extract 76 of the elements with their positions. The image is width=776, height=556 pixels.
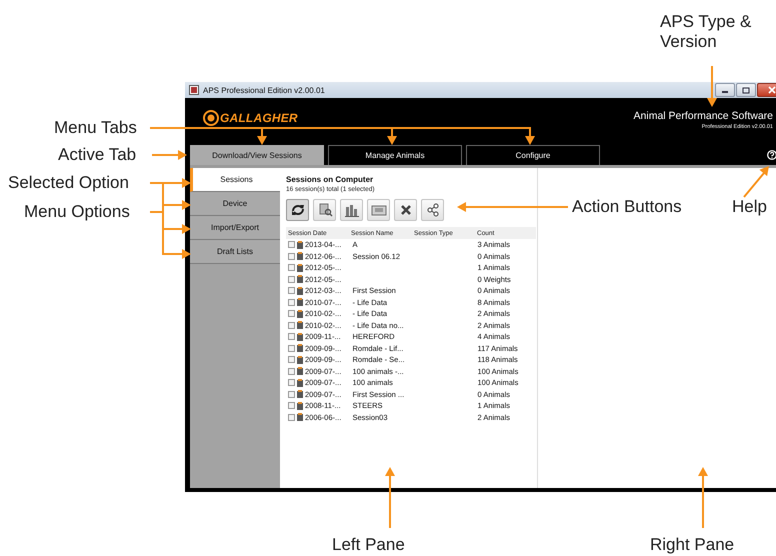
- callout-label: Menu Tabs: [54, 118, 137, 138]
- minimize-button[interactable]: [715, 83, 735, 97]
- close-icon: [768, 86, 776, 94]
- callout-label: Selected Option: [8, 173, 129, 194]
- callout-label: Action Buttons: [572, 197, 682, 218]
- share-icon: [426, 203, 440, 217]
- menu-option[interactable]: Import/Export: [190, 216, 280, 240]
- session-icon: [297, 402, 303, 410]
- document-search-icon: [316, 203, 332, 217]
- brand-logo: GALLAGHER: [220, 111, 298, 125]
- refresh-button[interactable]: [286, 199, 309, 221]
- menu-tab[interactable]: Manage Animals: [328, 145, 462, 165]
- session-icon: [297, 310, 303, 318]
- session-icon: [297, 252, 303, 260]
- row-checkbox[interactable]: [288, 402, 295, 410]
- row-checkbox[interactable]: [288, 241, 295, 248]
- session-icon: [297, 264, 303, 272]
- help-icon[interactable]: [767, 150, 776, 160]
- card-button[interactable]: [367, 199, 390, 221]
- row-checkbox[interactable]: [288, 322, 295, 329]
- callout-label: Right Pane: [650, 535, 734, 556]
- row-checkbox[interactable]: [288, 252, 295, 260]
- delete-icon: [398, 203, 412, 217]
- card-icon: [370, 203, 386, 217]
- pane-title: Sessions on Computer: [286, 175, 374, 184]
- menu-option[interactable]: Device: [190, 192, 280, 216]
- menu-tab[interactable]: Configure: [466, 145, 600, 165]
- delete-button[interactable]: [394, 199, 417, 221]
- row-checkbox[interactable]: [288, 356, 295, 364]
- row-checkbox[interactable]: [288, 287, 295, 294]
- maximize-icon: [742, 86, 750, 94]
- session-icon: [297, 332, 303, 341]
- row-checkbox[interactable]: [288, 264, 295, 272]
- callout-arrow: [743, 166, 769, 198]
- session-icon: [297, 390, 303, 398]
- callout-label: Menu Options: [24, 202, 130, 222]
- maximize-button[interactable]: [736, 83, 756, 97]
- row-checkbox[interactable]: [288, 414, 295, 421]
- app-icon: [189, 85, 199, 95]
- session-icon: [297, 378, 303, 387]
- menu-option[interactable]: Sessions: [190, 168, 280, 192]
- view-button[interactable]: [313, 199, 336, 221]
- row-checkbox[interactable]: [288, 368, 295, 375]
- logo-icon: [202, 110, 220, 126]
- row-checkbox[interactable]: [288, 276, 295, 283]
- bar-chart-button[interactable]: [340, 199, 363, 221]
- callout-label: APS Type & Version: [660, 12, 752, 53]
- row-checkbox[interactable]: [288, 379, 295, 386]
- product-name: Animal Performance Software: [634, 110, 773, 122]
- row-checkbox[interactable]: [288, 344, 295, 352]
- callout-arrow: [698, 467, 708, 528]
- callout-arrow: [152, 150, 187, 160]
- session-icon: [297, 321, 303, 330]
- menu-option[interactable]: Draft Lists: [190, 240, 280, 264]
- callout-arrow: [385, 467, 395, 528]
- callout-label: Help: [732, 197, 767, 218]
- refresh-icon: [290, 203, 306, 217]
- session-icon: [297, 367, 303, 376]
- session-icon: [297, 240, 303, 249]
- session-icon: [297, 356, 303, 364]
- row-checkbox[interactable]: [288, 333, 295, 340]
- window-title: APS Professional Edition v2.00.01: [203, 86, 325, 94]
- row-checkbox[interactable]: [288, 298, 295, 306]
- share-button[interactable]: [421, 199, 444, 221]
- callout-label: Active Tab: [58, 145, 136, 166]
- menu-tab[interactable]: Download/View Sessions: [190, 145, 324, 165]
- callout-label: Left Pane: [332, 535, 405, 556]
- session-icon: [297, 344, 303, 352]
- callout-arrow: [707, 66, 717, 107]
- row-checkbox[interactable]: [288, 310, 295, 318]
- bar-chart-icon: [344, 203, 360, 217]
- session-icon: [297, 275, 303, 284]
- session-icon: [297, 413, 303, 422]
- session-icon: [297, 298, 303, 306]
- session-icon: [297, 286, 303, 295]
- row-checkbox[interactable]: [288, 390, 295, 398]
